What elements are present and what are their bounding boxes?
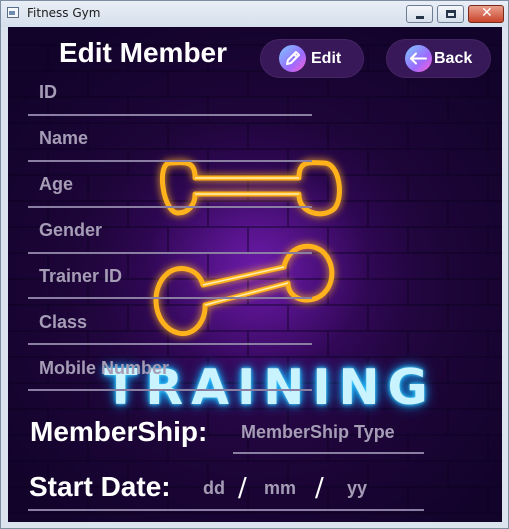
- start-date-underline: [28, 509, 424, 511]
- app-window-icon: [7, 7, 19, 18]
- minimize-button[interactable]: [406, 5, 433, 23]
- date-separator: /: [238, 473, 247, 503]
- field-input-age[interactable]: [28, 206, 312, 208]
- start-date-month-input[interactable]: mm: [264, 478, 296, 499]
- title-bar[interactable]: Fitness Gym ✕: [1, 1, 508, 27]
- form-panel: TRAINING Edit Member Edit Back ID Name A…: [8, 27, 502, 522]
- maximize-button[interactable]: [437, 5, 464, 23]
- pencil-icon: [279, 45, 306, 72]
- start-date-label: Start Date:: [29, 471, 171, 502]
- back-button-label: Back: [434, 50, 473, 67]
- edit-button-label: Edit: [311, 50, 342, 67]
- field-input-mobile-number[interactable]: [28, 389, 312, 391]
- field-input-name[interactable]: [28, 160, 312, 162]
- close-icon: ✕: [481, 5, 493, 21]
- field-label-gender: Gender: [39, 220, 103, 240]
- field-input-class[interactable]: [28, 343, 312, 345]
- field-input-gender[interactable]: [28, 252, 312, 254]
- field-label-name: Name: [39, 128, 89, 148]
- edit-button[interactable]: Edit: [260, 39, 364, 78]
- date-separator: /: [315, 473, 324, 503]
- maximize-icon: [446, 10, 456, 18]
- close-button[interactable]: ✕: [468, 5, 504, 23]
- page-title: Edit Member: [59, 37, 228, 68]
- field-label-age: Age: [39, 174, 74, 194]
- window-title: Fitness Gym: [27, 6, 101, 20]
- field-input-trainer-id[interactable]: [28, 297, 312, 299]
- start-date-year-input[interactable]: yy: [347, 478, 367, 499]
- field-label-class: Class: [39, 312, 88, 332]
- app-window: Fitness Gym ✕ TRAINING Edit Member Edit …: [0, 0, 509, 529]
- membership-label: MemberShip:: [30, 416, 208, 447]
- field-label-trainer-id: Trainer ID: [39, 266, 123, 286]
- back-button[interactable]: Back: [386, 39, 491, 78]
- start-date-day-input[interactable]: dd: [203, 478, 225, 499]
- field-input-id[interactable]: [28, 114, 312, 116]
- membership-type-underline: [233, 452, 424, 454]
- field-label-mobile-number: Mobile Number: [39, 358, 170, 378]
- field-label-id: ID: [39, 82, 57, 102]
- membership-type-input[interactable]: MemberShip Type: [241, 422, 395, 443]
- arrow-left-icon: [405, 45, 432, 72]
- minimize-icon: [416, 16, 424, 19]
